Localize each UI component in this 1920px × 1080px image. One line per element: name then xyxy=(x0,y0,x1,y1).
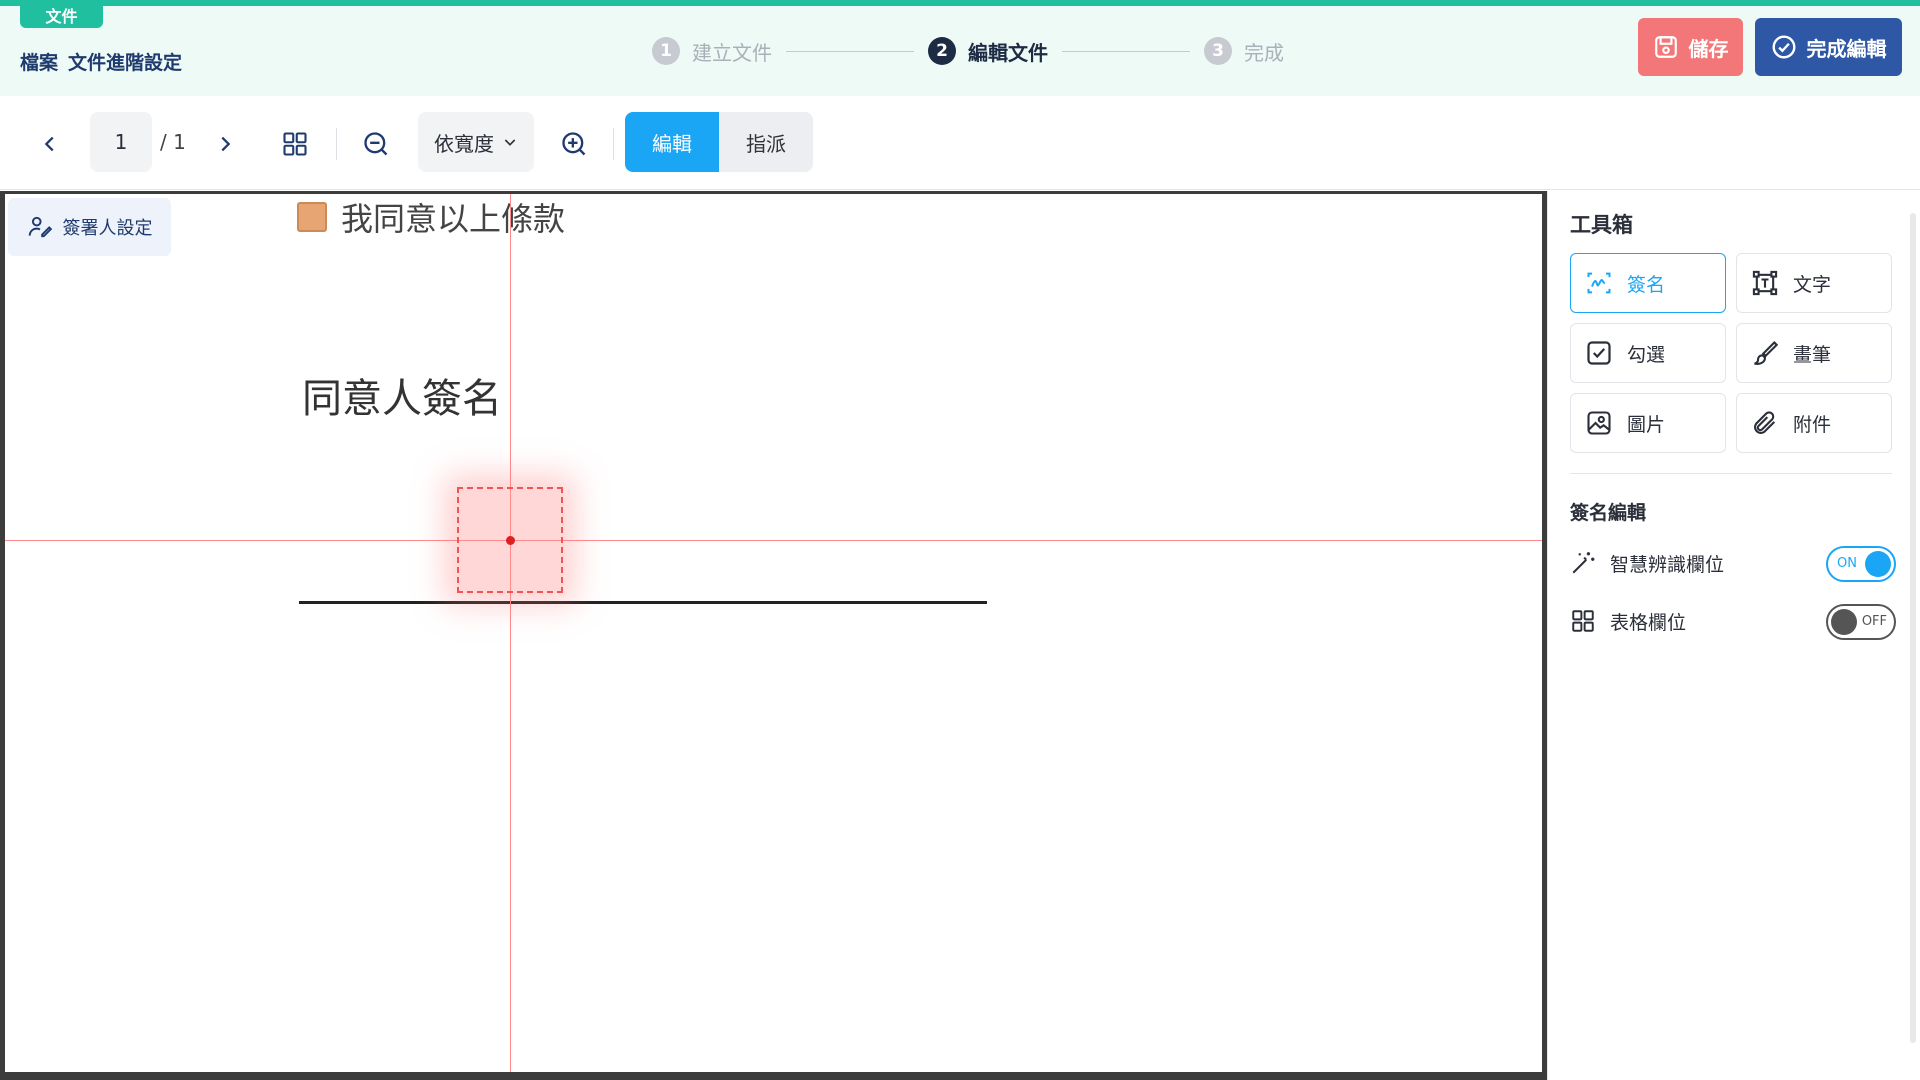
image-icon xyxy=(1587,411,1611,435)
signer-pen-icon xyxy=(28,216,52,238)
breadcrumb-item-files[interactable]: 檔案 xyxy=(20,48,58,75)
tool-label: 附件 xyxy=(1793,413,1832,436)
prev-page-button[interactable] xyxy=(32,126,68,162)
mode-switch: 編輯 指派 xyxy=(625,112,813,172)
option-label: 表格欄位 xyxy=(1610,611,1687,634)
panel-scrollbar[interactable] xyxy=(1910,213,1916,1043)
grid-icon xyxy=(1572,610,1594,632)
step-finish: 3 完成 xyxy=(1204,37,1284,66)
breadcrumb-item-advanced[interactable]: 文件進階設定 xyxy=(68,48,182,75)
step-connector xyxy=(1062,50,1190,52)
signer-settings-label: 簽署人設定 xyxy=(62,218,153,239)
toolbox-panel: 工具箱 簽名 文字 勾選 畫筆 圖片 附件 簽名編輯 智慧辨識欄位 ON 表格欄… xyxy=(1547,191,1920,1080)
alignment-guide-horizontal xyxy=(5,540,1542,541)
agree-checkbox[interactable] xyxy=(297,202,327,232)
finish-edit-button[interactable]: 完成編輯 xyxy=(1755,18,1902,76)
thumbnail-view-button[interactable] xyxy=(277,126,313,162)
step-number: 3 xyxy=(1204,37,1232,65)
smart-detect-toggle[interactable]: ON xyxy=(1826,546,1896,582)
toggle-state: OFF xyxy=(1861,614,1887,629)
toggle-knob xyxy=(1831,609,1857,635)
tool-label: 文字 xyxy=(1793,273,1832,296)
signature-icon xyxy=(1587,272,1611,294)
alignment-guide-vertical xyxy=(510,194,511,1072)
stepper: 1 建立文件 2 編輯文件 3 完成 xyxy=(652,34,1284,68)
document-page[interactable]: 簽署人設定 我同意以上條款 同意人簽名 xyxy=(5,194,1542,1072)
signature-line xyxy=(299,601,987,604)
tool-text[interactable]: 文字 xyxy=(1736,253,1892,313)
save-label: 儲存 xyxy=(1688,36,1729,61)
toolbar: 1 / 1 依寬度 編輯 指派 xyxy=(0,96,1920,190)
page-number-input[interactable]: 1 xyxy=(90,112,152,172)
tool-attachment[interactable]: 附件 xyxy=(1736,393,1892,453)
save-icon xyxy=(1654,36,1677,58)
option-table-field: 表格欄位 OFF xyxy=(1570,601,1896,641)
tool-label: 圖片 xyxy=(1627,413,1666,436)
step-create: 1 建立文件 xyxy=(652,37,772,66)
doc-tag: 文件 xyxy=(20,6,103,28)
page-total: / 1 xyxy=(160,130,186,154)
tool-brush[interactable]: 畫筆 xyxy=(1736,323,1892,383)
step-label: 編輯文件 xyxy=(968,40,1048,65)
option-smart-detect: 智慧辨識欄位 ON xyxy=(1570,543,1896,583)
brush-icon xyxy=(1754,341,1779,365)
table-field-toggle[interactable]: OFF xyxy=(1826,604,1896,640)
agree-text: 我同意以上條款 xyxy=(341,200,566,238)
toggle-knob xyxy=(1865,551,1891,577)
check-circle-icon xyxy=(1772,35,1795,59)
step-label: 完成 xyxy=(1244,40,1284,65)
tool-checkbox[interactable]: 勾選 xyxy=(1570,323,1726,383)
zoom-out-icon xyxy=(364,132,388,156)
toolbar-divider xyxy=(613,128,614,160)
mode-edit-tab[interactable]: 編輯 xyxy=(625,112,719,172)
zoom-in-icon xyxy=(562,132,586,156)
save-button[interactable]: 儲存 xyxy=(1638,18,1743,76)
toggle-state: ON xyxy=(1837,556,1857,571)
step-number: 1 xyxy=(652,37,680,65)
chevron-right-icon xyxy=(221,136,231,152)
step-connector xyxy=(786,50,914,52)
toolbar-divider xyxy=(336,128,337,160)
option-label: 智慧辨識欄位 xyxy=(1610,553,1725,576)
zoom-mode-select[interactable]: 依寬度 xyxy=(418,112,534,172)
toolbox-title: 工具箱 xyxy=(1570,213,1633,237)
chevron-left-icon xyxy=(44,136,54,152)
tool-label: 簽名 xyxy=(1627,273,1666,296)
signature-edit-title: 簽名編輯 xyxy=(1570,502,1647,524)
breadcrumb: 檔案 文件進階設定 xyxy=(20,48,182,75)
text-box-icon xyxy=(1752,270,1778,296)
zoom-out-button[interactable] xyxy=(358,126,394,162)
magic-wand-icon xyxy=(1572,552,1595,574)
header: 文件 檔案 文件進階設定 1 建立文件 2 編輯文件 3 完成 儲存 完成編輯 xyxy=(0,6,1920,96)
zoom-in-button[interactable] xyxy=(556,126,592,162)
tool-label: 勾選 xyxy=(1627,343,1666,366)
panel-divider xyxy=(1570,473,1892,474)
grid-icon xyxy=(283,132,307,156)
step-edit: 2 編輯文件 xyxy=(928,37,1048,66)
tool-label: 畫筆 xyxy=(1793,343,1832,366)
zoom-mode-value: 依寬度 xyxy=(434,131,494,156)
drop-target-center-dot xyxy=(506,536,515,545)
signer-settings-button[interactable]: 簽署人設定 xyxy=(8,198,171,256)
agree-checkbox-field[interactable]: 我同意以上條款 xyxy=(297,194,565,240)
step-number: 2 xyxy=(928,37,956,65)
mode-assign-tab[interactable]: 指派 xyxy=(719,112,813,172)
tool-image[interactable]: 圖片 xyxy=(1570,393,1726,453)
finish-edit-label: 完成編輯 xyxy=(1806,36,1887,61)
next-page-button[interactable] xyxy=(207,126,243,162)
document-canvas-frame: 簽署人設定 我同意以上條款 同意人簽名 xyxy=(0,191,1547,1080)
tool-signature[interactable]: 簽名 xyxy=(1570,253,1726,313)
checkbox-icon xyxy=(1587,341,1611,365)
step-label: 建立文件 xyxy=(692,40,772,65)
signature-heading: 同意人簽名 xyxy=(302,376,502,422)
chevron-down-icon xyxy=(504,139,516,146)
paperclip-icon xyxy=(1754,411,1776,434)
